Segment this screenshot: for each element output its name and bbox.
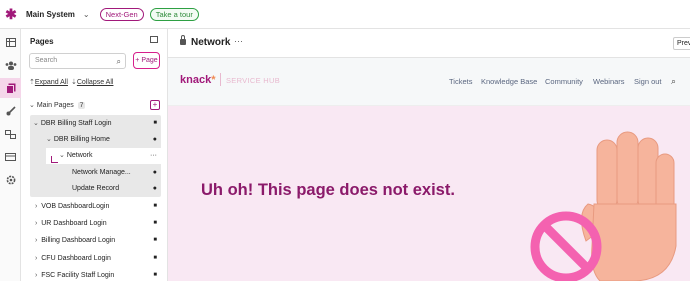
knack-logo-icon[interactable]: ✱ (0, 6, 22, 23)
flows-icon[interactable] (0, 124, 21, 144)
dot-icon: ● (152, 169, 157, 176)
search-icon: ⌕ (116, 57, 121, 66)
nav-tickets[interactable]: Tickets (449, 77, 472, 86)
chevron-down-icon: ⌄ (59, 152, 65, 159)
chevron-right-icon: › (35, 272, 38, 279)
chevron-down-icon: ⌄ (29, 102, 35, 109)
chevron-right-icon: › (35, 237, 38, 244)
error-body: Uh oh! This page does not exist. (168, 106, 690, 281)
expand-all-link[interactable]: ⇡Expand All (29, 78, 68, 86)
chevron-right-icon: › (35, 203, 38, 210)
nav-sign-out[interactable]: Sign out (634, 77, 662, 86)
stop-hand-illustration (530, 131, 677, 281)
page-item-network-manage[interactable]: Network Manage... ● (72, 164, 157, 181)
page-title: Network (191, 37, 231, 48)
page-item-vob-dashboard-login[interactable]: › VOB DashboardLogin ■ (35, 198, 157, 215)
page-item-fsc-facility-staff-login[interactable]: › FSC Facility Staff Login ■ (35, 267, 157, 284)
main-pages-count: 7 (77, 102, 86, 109)
collapse-all-link[interactable]: ⇣Collapse All (71, 78, 113, 86)
page-item-billing-dashboard-login[interactable]: › Billing Dashboard Login ■ (35, 232, 157, 249)
page-header: Network ··· Previ (168, 29, 690, 58)
main-area: Network ··· Previ knack* SERVICE HUB Tic… (168, 29, 690, 281)
lock-icon (180, 35, 186, 45)
lock-icon: ■ (153, 237, 157, 243)
top-bar: ✱ Main System ⌄ Next-Gen Take a tour (0, 0, 690, 29)
lock-icon: ■ (153, 255, 157, 261)
chevron-right-icon: › (35, 220, 38, 227)
main-pages-label: Main Pages (36, 102, 74, 109)
users-icon[interactable] (0, 55, 21, 75)
page-item-cfu-dashboard-login[interactable]: › CFU Dashboard Login ■ (35, 250, 157, 267)
left-icon-rail (0, 29, 21, 281)
brand-separator (220, 73, 221, 86)
add-main-page-button[interactable]: + (150, 100, 160, 110)
lock-icon: ■ (153, 203, 157, 209)
chevron-right-icon: › (35, 255, 38, 262)
take-a-tour-button[interactable]: Take a tour (149, 7, 199, 21)
main-pages-header[interactable]: ⌄ Main Pages 7 (29, 101, 86, 109)
pages-panel: Pages Search ⌕ + Page ⇡Expand All ⇣Colla… (21, 29, 168, 281)
more-options-icon[interactable]: ··· (234, 36, 243, 46)
service-hub-label: SERVICE HUB (226, 76, 281, 85)
system-name[interactable]: Main System (26, 10, 75, 19)
lock-icon: ■ (153, 120, 157, 126)
knack-brand-logo[interactable]: knack* (180, 74, 215, 86)
collapse-panel-icon[interactable] (150, 36, 158, 43)
page-item-dbr-billing-home[interactable]: ⌄ DBR Billing Home ● (46, 131, 157, 148)
more-options-icon[interactable]: ··· (150, 147, 157, 164)
page-item-ur-dashboard-login[interactable]: › UR Dashboard Login ■ (35, 215, 157, 232)
lock-icon: ■ (153, 272, 157, 278)
error-message: Uh oh! This page does not exist. (201, 181, 455, 199)
live-app-preview: knack* SERVICE HUB Tickets Knowledge Bas… (168, 58, 690, 281)
pages-icon[interactable] (0, 78, 21, 98)
chevron-down-icon: ⌄ (33, 120, 39, 127)
search-placeholder: Search (35, 57, 58, 64)
page-item-dbr-billing-staff-login[interactable]: ⌄ DBR Billing Staff Login ■ (33, 115, 157, 132)
chevron-down-icon: ⌄ (46, 136, 52, 143)
search-icon[interactable]: ⌕ (671, 76, 676, 87)
billing-icon[interactable] (0, 147, 21, 167)
table-icon[interactable] (0, 32, 21, 52)
dot-icon: ● (152, 185, 157, 192)
brush-icon[interactable] (0, 101, 21, 121)
nav-community[interactable]: Community (545, 77, 583, 86)
page-search-input[interactable]: Search ⌕ (29, 53, 126, 69)
tree-connector (51, 156, 58, 163)
add-page-button[interactable]: + Page (133, 52, 160, 69)
nav-webinars[interactable]: Webinars (593, 77, 625, 86)
page-item-network[interactable]: ⌄ Network ··· (59, 147, 157, 164)
dot-icon: ● (152, 136, 157, 143)
pages-panel-title: Pages (30, 37, 54, 46)
chevron-down-icon[interactable]: ⌄ (83, 10, 90, 19)
next-gen-badge[interactable]: Next-Gen (99, 7, 144, 21)
preview-button[interactable]: Previ (673, 37, 690, 50)
settings-icon[interactable] (0, 170, 21, 190)
nav-knowledge-base[interactable]: Knowledge Base (481, 77, 537, 86)
site-header: knack* SERVICE HUB Tickets Knowledge Bas… (168, 58, 690, 106)
lock-icon: ■ (153, 220, 157, 226)
page-item-update-record[interactable]: Update Record ● (72, 180, 157, 197)
